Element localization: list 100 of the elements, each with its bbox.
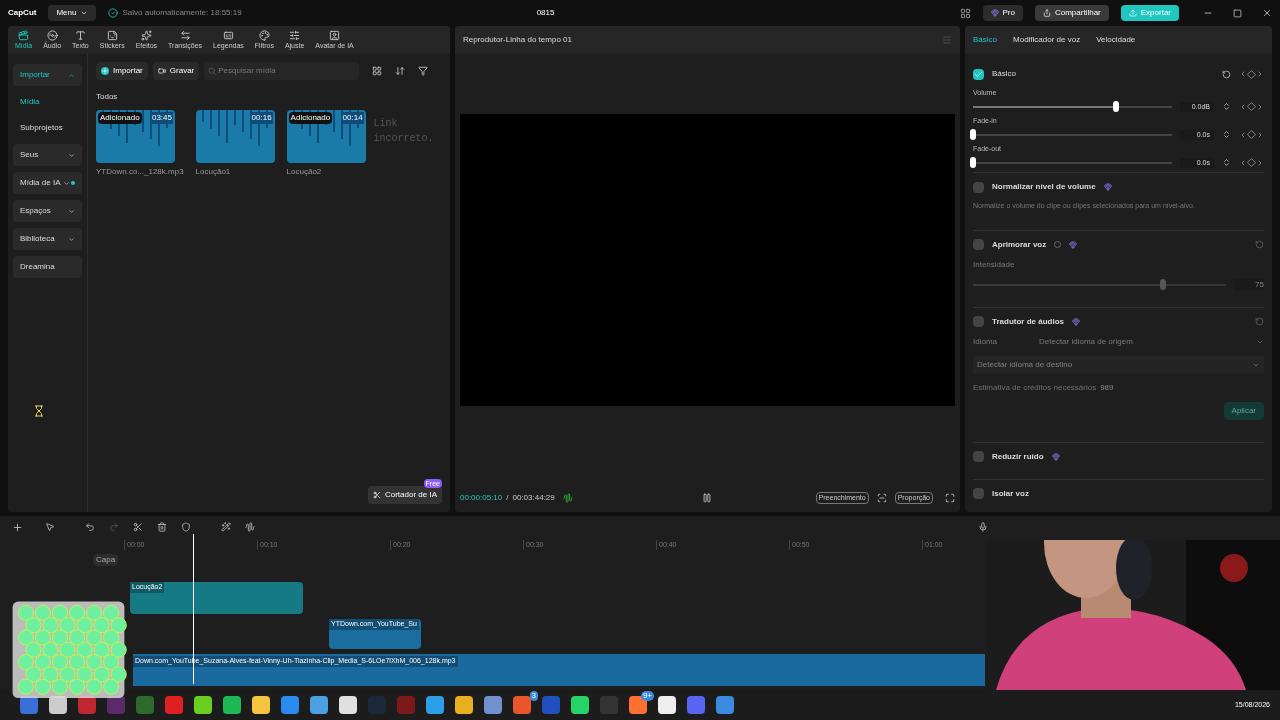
delete-icon[interactable] <box>157 522 167 532</box>
checkbox[interactable] <box>973 488 984 499</box>
sticker-icon <box>106 29 118 41</box>
snapshot-icon[interactable] <box>876 493 887 503</box>
slider-thumb[interactable] <box>1159 278 1166 290</box>
sidebar-item[interactable]: Subprojetos <box>13 118 82 138</box>
microphone-icon[interactable] <box>978 522 988 532</box>
record-button[interactable]: Gravar <box>152 62 200 80</box>
sidebar-group[interactable]: Biblioteca <box>13 228 82 250</box>
taskbar-app-icon[interactable] <box>252 696 270 714</box>
level-meter-icon <box>562 493 573 503</box>
pause-button[interactable] <box>701 493 712 503</box>
sidebar-group[interactable]: Importar <box>13 64 82 86</box>
slider-thumb[interactable] <box>970 156 976 168</box>
inspector-tab[interactable]: Velocidade <box>1096 34 1136 46</box>
inspector-tab[interactable]: Básico <box>973 34 997 46</box>
pro-button[interactable]: Pro <box>982 5 1023 21</box>
sparkles-icon <box>140 29 152 41</box>
checkbox[interactable] <box>973 68 984 80</box>
sliders-icon <box>289 29 301 41</box>
media-thumbnail[interactable]: 00:16 <box>195 110 275 163</box>
camera-icon <box>157 67 166 75</box>
add-icon[interactable] <box>12 521 23 533</box>
media-name: Locução1 <box>195 167 231 177</box>
checkbox[interactable] <box>973 451 984 462</box>
taskbar-app-icon[interactable] <box>658 696 676 714</box>
audio-icon[interactable] <box>245 522 255 532</box>
checkbox[interactable] <box>973 181 984 193</box>
stepper-icon[interactable] <box>1222 102 1231 112</box>
taskbar-app-icon[interactable] <box>310 696 328 714</box>
slider-thumb[interactable] <box>970 128 976 140</box>
palette-icon <box>258 29 270 41</box>
stepper-icon[interactable] <box>1222 130 1231 140</box>
gem-icon <box>990 9 999 17</box>
player-title: Reprodutor-Linha do tempo 01 <box>463 34 572 46</box>
keyframe-icon[interactable] <box>1239 102 1264 112</box>
film-icon <box>18 29 30 41</box>
intensity-label: Intensidade <box>973 258 1016 271</box>
sidebar-group[interactable]: Espaços <box>13 200 82 222</box>
taskbar-app-icon[interactable] <box>455 696 473 714</box>
close-icon[interactable] <box>1262 8 1272 18</box>
upload-icon <box>1128 9 1137 17</box>
sidebar-group[interactable]: Mídia de IA <box>13 172 82 194</box>
menu-button[interactable]: Menu <box>48 5 97 21</box>
credits-label: Estimativa de créditos necessários <box>973 381 1097 394</box>
search-field[interactable]: Pesquisar mídia <box>204 62 360 80</box>
apply-button[interactable]: Aplicar <box>1223 401 1264 420</box>
section-title: Normalizar nível de volume <box>992 181 1096 193</box>
taskbar-app-icon[interactable] <box>339 696 357 714</box>
taskbar-app-icon[interactable] <box>194 696 212 714</box>
pointer-icon[interactable] <box>45 522 55 532</box>
inspector-tab[interactable]: Modificador de voz <box>1013 34 1081 46</box>
taskbar-app-icon[interactable] <box>629 696 647 714</box>
cover-label: Capa <box>93 554 119 566</box>
fullscreen-icon[interactable] <box>945 493 955 503</box>
duration-label: 00:16 <box>250 112 273 124</box>
taskbar-app-icon[interactable] <box>571 696 589 714</box>
sidebar-group[interactable]: Dreamina <box>13 256 82 278</box>
taskbar-app-icon[interactable] <box>107 696 125 714</box>
text-icon <box>74 29 86 41</box>
keyframe-icon[interactable] <box>1239 69 1264 79</box>
credits-value: 989 <box>1100 381 1114 394</box>
slider-thumb[interactable] <box>1113 100 1120 112</box>
shield-icon[interactable] <box>181 522 191 532</box>
section-title: Aprimorar voz <box>992 238 1047 251</box>
section-title: Isolar voz <box>992 487 1029 500</box>
undo-icon[interactable] <box>85 522 95 532</box>
source-language-text: Detectar idioma de origem <box>1039 335 1134 348</box>
maximize-icon[interactable] <box>1233 8 1242 18</box>
taskbar-app-icon[interactable] <box>223 696 241 714</box>
keyframe-icon[interactable] <box>1239 158 1264 168</box>
import-button[interactable]: Importar <box>96 62 148 80</box>
sort-icon[interactable] <box>395 66 406 76</box>
sidebar-group[interactable]: Seus <box>13 144 82 166</box>
sidebar-item[interactable]: Mídia <box>13 92 82 112</box>
section-title: Reduzir ruído <box>992 450 1044 463</box>
ai-cutter-button[interactable]: Cortador de IA <box>367 486 442 504</box>
keyframe-icon[interactable] <box>1239 130 1264 140</box>
value-field: 75 <box>1234 278 1264 291</box>
media-name: YTDown.co..._128k.mp3 <box>96 167 184 177</box>
grid-view-icon[interactable] <box>372 66 383 76</box>
filter-icon[interactable] <box>418 66 429 76</box>
arrows-icon <box>179 29 191 41</box>
added-badge: Adicionado <box>98 112 142 124</box>
magic-icon[interactable] <box>221 522 231 532</box>
checkbox[interactable] <box>973 316 984 327</box>
time-separator: / <box>506 492 509 504</box>
split-icon[interactable] <box>133 522 143 532</box>
media-thumbnail[interactable]: Adicionado 00:14 <box>286 110 366 163</box>
section-title: Tradutor de áudios <box>992 315 1064 328</box>
stepper-icon[interactable] <box>1222 158 1231 168</box>
total-time: 00:03:44:29 <box>512 492 555 504</box>
added-badge: Adicionado <box>288 112 333 124</box>
layout-icon[interactable] <box>959 7 971 19</box>
share-button[interactable]: Compartilhar <box>1034 5 1109 21</box>
taskbar-app-icon[interactable] <box>426 696 444 714</box>
media-thumbnail[interactable]: Adicionado 03:45 <box>96 110 175 163</box>
checkbox[interactable] <box>973 239 984 250</box>
disc-icon <box>46 29 58 41</box>
check-icon <box>108 8 119 18</box>
